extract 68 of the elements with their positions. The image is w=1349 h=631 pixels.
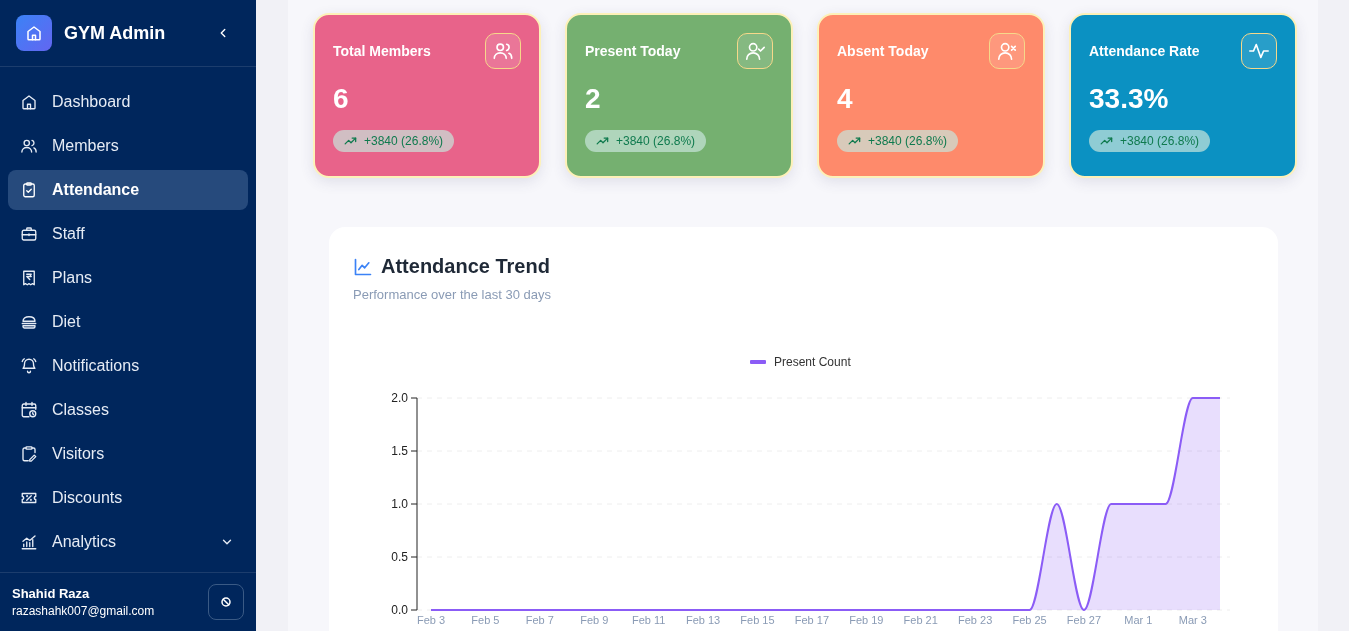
x-tick-label: Mar 3 xyxy=(1178,614,1207,626)
nav-item[interactable]: Classes xyxy=(8,390,248,430)
change-text: +3840 (26.8%) xyxy=(616,134,696,148)
nav-icon xyxy=(20,137,38,155)
user-email: razashahk007@gmail.com xyxy=(12,604,156,618)
x-tick-label: Feb 9 xyxy=(580,614,609,626)
app-title: GYM Admin xyxy=(64,22,167,44)
nav-icon xyxy=(20,269,38,287)
change-text: +3840 (26.8%) xyxy=(868,134,948,148)
card-value: 2 xyxy=(585,83,602,115)
x-tick-label: Feb 19 xyxy=(849,614,884,626)
nav-item[interactable]: Plans xyxy=(8,258,248,298)
user-check-icon xyxy=(737,33,773,69)
user-name: Shahid Raza xyxy=(12,586,91,601)
x-tick-label: Mar 1 xyxy=(1124,614,1153,626)
x-tick-label: Feb 15 xyxy=(740,614,775,626)
nav-item[interactable]: Discounts xyxy=(8,478,248,518)
nav-item[interactable]: Diet xyxy=(8,302,248,342)
nav-item[interactable]: Members xyxy=(8,126,248,166)
x-tick-label: Feb 17 xyxy=(794,614,829,626)
x-tick-label: Feb 11 xyxy=(631,614,666,626)
card-title: Present Today xyxy=(585,43,681,59)
legend-item: Present Count xyxy=(750,355,851,369)
x-tick-label: Feb 7 xyxy=(525,614,554,626)
x-tick-label: Feb 21 xyxy=(903,614,938,626)
x-tick-label: Feb 13 xyxy=(685,614,721,626)
nav-item[interactable]: Attendance xyxy=(8,170,248,210)
card-value: 6 xyxy=(333,83,350,115)
chart-subtitle: Performance over the last 30 days xyxy=(353,287,552,302)
nav-icon xyxy=(20,313,38,331)
pulse-icon xyxy=(1241,33,1277,69)
user-x-icon xyxy=(989,33,1025,69)
nav-item[interactable]: Analytics xyxy=(8,522,248,562)
y-tick-label: 0.5 xyxy=(391,550,408,564)
nav-item[interactable]: Notifications xyxy=(8,346,248,386)
x-tick-label: Feb 27 xyxy=(1066,614,1102,626)
nav-icon xyxy=(20,93,38,111)
nav-icon xyxy=(20,401,38,419)
line-chart-icon xyxy=(353,256,373,277)
card-value: 33.3% xyxy=(1089,83,1170,115)
card-title: Attendance Rate xyxy=(1089,43,1200,59)
change-text: +3840 (26.8%) xyxy=(364,134,444,148)
x-tick-label: Feb 23 xyxy=(958,614,993,626)
nav-item[interactable]: Visitors xyxy=(8,434,248,474)
users-icon xyxy=(485,33,521,69)
x-tick-label: Feb 3 xyxy=(416,614,446,626)
logout-button[interactable] xyxy=(208,584,244,620)
y-tick-label: 0.0 xyxy=(391,603,408,617)
card-title: Total Members xyxy=(333,43,431,59)
home-logo-icon xyxy=(16,15,52,51)
x-tick-label: Feb 5 xyxy=(471,614,500,626)
nav-icon xyxy=(20,357,38,375)
chart-title: Attendance Trend xyxy=(381,255,550,278)
nav-icon xyxy=(20,445,38,463)
y-tick-label: 1.5 xyxy=(391,444,408,458)
y-tick-label: 2.0 xyxy=(391,391,408,405)
card-value: 4 xyxy=(837,83,854,115)
prohibited-icon xyxy=(220,596,232,608)
nav-icon xyxy=(20,225,38,243)
x-tick-label: Feb 25 xyxy=(1012,614,1047,626)
nav-item[interactable]: Staff xyxy=(8,214,248,254)
change-text: +3840 (26.8%) xyxy=(1120,134,1200,148)
card-title: Absent Today xyxy=(837,43,929,59)
nav-icon xyxy=(20,181,38,199)
nav-item[interactable]: Dashboard xyxy=(8,82,248,122)
legend-label: Present Count xyxy=(774,355,852,369)
y-tick-label: 1.0 xyxy=(391,497,408,511)
nav-icon xyxy=(20,533,38,551)
